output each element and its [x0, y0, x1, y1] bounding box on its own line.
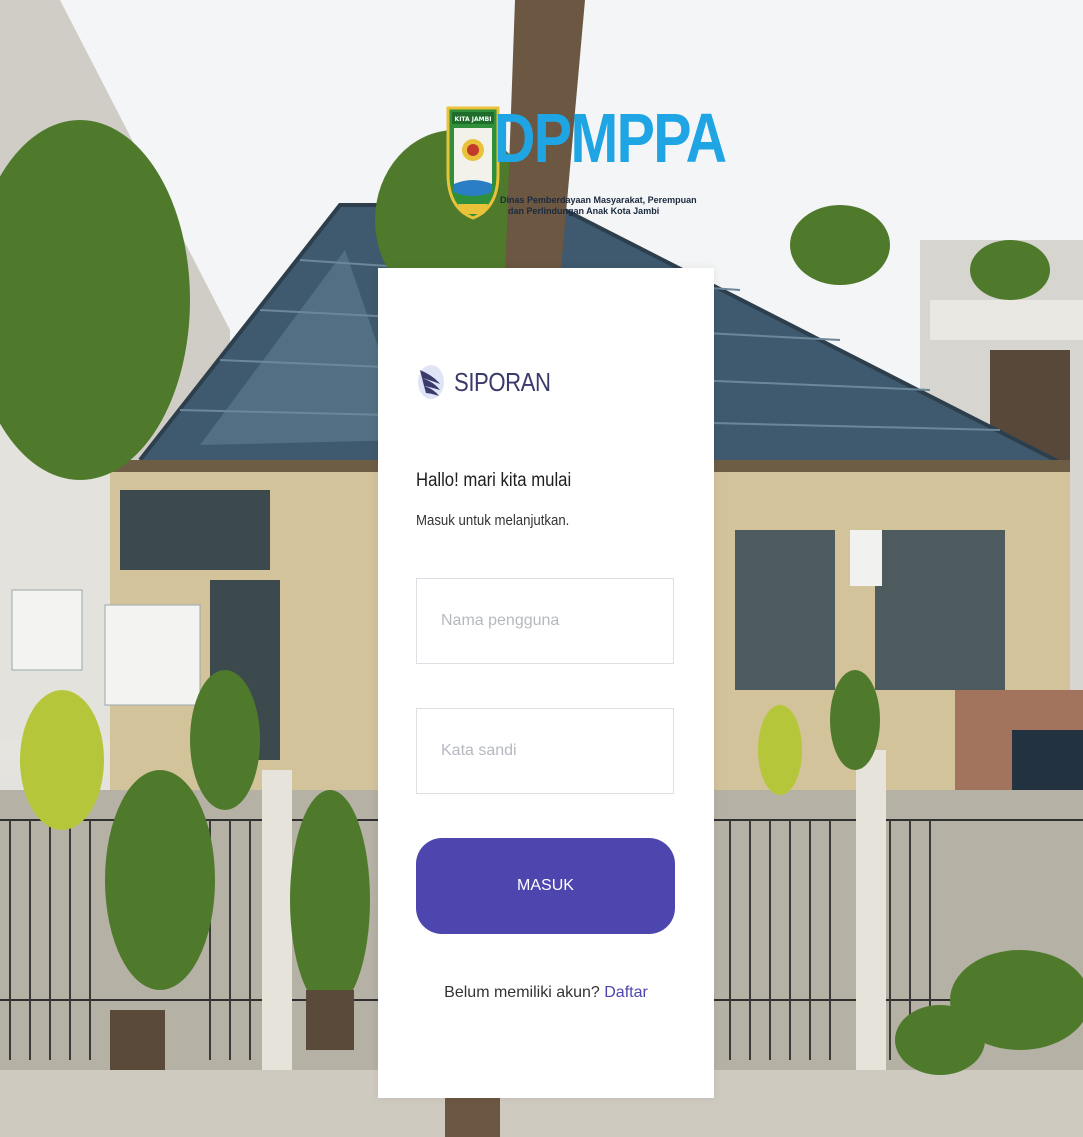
siporan-brand: SIPORAN: [416, 362, 568, 402]
emblem-text: KITA JAMBI: [455, 116, 492, 123]
dpmppa-title: DPMPPA: [494, 99, 727, 177]
brand-name: SIPORAN: [454, 366, 551, 397]
greeting-subtitle: Masuk untuk melanjutkan.: [416, 512, 570, 529]
register-prompt-text: Belum memiliki akun?: [444, 984, 600, 1001]
password-input[interactable]: [416, 708, 674, 794]
dpmppa-subtitle-line1: Dinas Pemberdayaan Masyarakat, Perempuan: [500, 195, 697, 205]
register-prompt: Belum memiliki akun? Daftar: [378, 984, 714, 1002]
dpmppa-logo: KITA JAMBI DPMPPA Dinas Pemberdayaan Mas…: [444, 99, 727, 225]
greeting-heading: Hallo! mari kita mulai: [416, 470, 572, 491]
siporan-wing-icon: [418, 365, 444, 399]
dpmppa-subtitle-line2: dan Perlindungan Anak Kota Jambi: [508, 206, 660, 216]
username-input[interactable]: [416, 578, 674, 664]
login-button[interactable]: MASUK: [416, 838, 675, 934]
login-card: SIPORAN Hallo! mari kita mulai Masuk unt…: [378, 268, 714, 1098]
register-link[interactable]: Daftar: [604, 984, 648, 1001]
